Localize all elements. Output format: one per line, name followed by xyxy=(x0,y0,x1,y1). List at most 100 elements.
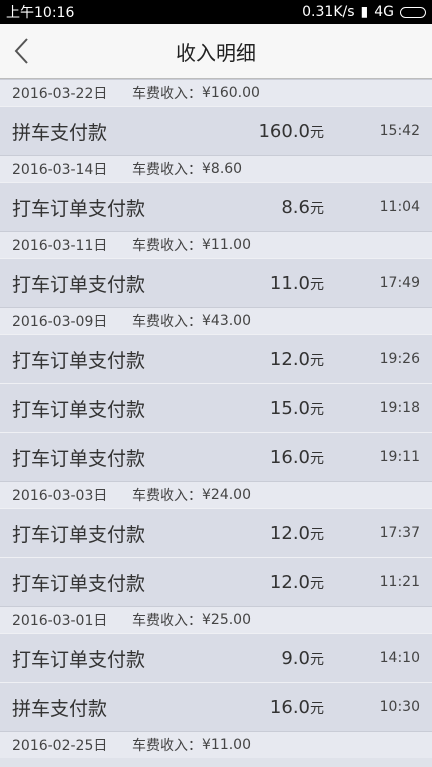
payment-amount: 15.0元 xyxy=(214,398,324,419)
amount-unit: 元 xyxy=(310,352,324,369)
payment-item[interactable]: 打车订单支付款 16.0元 19:11 xyxy=(0,432,432,481)
payment-type: 打车订单支付款 xyxy=(12,523,146,546)
payment-type: 打车订单支付款 xyxy=(12,273,146,296)
date-group-header: 2016-03-09日 车费收入： ¥43.00 xyxy=(0,307,432,334)
payment-type: 打车订单支付款 xyxy=(12,572,146,595)
page-title: 收入明细 xyxy=(176,40,256,65)
payment-item[interactable]: 打车订单支付款 15.0元 19:18 xyxy=(0,383,432,432)
status-bar: 上午10:16 0.31K/s ▮ 4G xyxy=(0,0,432,24)
currency-symbol: ¥ xyxy=(202,161,211,177)
income-label: 车费收入： xyxy=(132,613,202,629)
group-total: 11.00 xyxy=(210,737,252,753)
amount-value: 9.0 xyxy=(281,647,310,669)
group-date: 2016-03-09日 xyxy=(12,314,108,330)
amount-value: 11.0 xyxy=(269,272,310,294)
amount-unit: 元 xyxy=(310,401,324,418)
payment-item[interactable]: 打车订单支付款 11.0元 17:49 xyxy=(0,258,432,307)
network-speed: 0.31K/s xyxy=(302,4,355,20)
battery-icon xyxy=(400,6,426,18)
date-group-header: 2016-02-25日 车费收入： ¥11.00 xyxy=(0,731,432,758)
currency-symbol: ¥ xyxy=(202,487,211,503)
payment-time: 19:18 xyxy=(379,400,420,416)
payment-time: 17:37 xyxy=(379,525,420,541)
amount-unit: 元 xyxy=(310,200,324,217)
payment-amount: 16.0元 xyxy=(214,447,324,468)
date-group-header: 2016-03-14日 车费收入： ¥8.60 xyxy=(0,155,432,182)
amount-unit: 元 xyxy=(310,124,324,141)
payment-type: 拼车支付款 xyxy=(12,121,108,144)
app-header: 收入明细 xyxy=(0,24,432,79)
payment-time: 19:26 xyxy=(379,351,420,367)
currency-symbol: ¥ xyxy=(202,313,211,329)
payment-time: 15:42 xyxy=(379,123,420,139)
amount-value: 160.0 xyxy=(258,120,310,142)
payment-amount: 11.0元 xyxy=(214,273,324,294)
payment-item[interactable]: 打车订单支付款 9.0元 14:10 xyxy=(0,633,432,682)
amount-value: 12.0 xyxy=(269,522,310,544)
payment-amount: 8.6元 xyxy=(214,197,324,218)
date-group-header: 2016-03-11日 车费收入： ¥11.00 xyxy=(0,231,432,258)
group-total: 43.00 xyxy=(210,313,252,329)
income-list[interactable]: 2016-03-22日 车费收入： ¥160.00 拼车支付款 160.0元 15:42 2… xyxy=(0,79,432,758)
payment-type: 拼车支付款 xyxy=(12,697,108,720)
income-label: 车费收入： xyxy=(132,238,202,254)
amount-unit: 元 xyxy=(310,651,324,668)
amount-value: 12.0 xyxy=(269,571,310,593)
amount-value: 15.0 xyxy=(269,397,310,419)
group-date: 2016-03-14日 xyxy=(12,162,108,178)
payment-item[interactable]: 拼车支付款 160.0元 15:42 xyxy=(0,106,432,155)
currency-symbol: ¥ xyxy=(202,737,211,753)
group-date: 2016-02-25日 xyxy=(12,738,108,754)
network-type: 4G xyxy=(374,4,394,20)
payment-type: 打车订单支付款 xyxy=(12,648,146,671)
payment-item[interactable]: 打车订单支付款 12.0元 19:26 xyxy=(0,334,432,383)
amount-value: 16.0 xyxy=(269,446,310,468)
income-label: 车费收入： xyxy=(132,488,202,504)
group-total: 24.00 xyxy=(210,487,252,503)
status-time: 上午10:16 xyxy=(6,5,75,21)
amount-unit: 元 xyxy=(310,526,324,543)
payment-item[interactable]: 打车订单支付款 12.0元 11:21 xyxy=(0,557,432,606)
payment-amount: 9.0元 xyxy=(214,648,324,669)
payment-time: 11:04 xyxy=(379,199,420,215)
date-group-header: 2016-03-22日 车费收入： ¥160.00 xyxy=(0,79,432,106)
payment-type: 打车订单支付款 xyxy=(12,398,146,421)
amount-unit: 元 xyxy=(310,575,324,592)
income-label: 车费收入： xyxy=(132,162,202,178)
group-total: 11.00 xyxy=(210,237,252,253)
income-label: 车费收入： xyxy=(132,738,202,754)
group-total: 8.60 xyxy=(210,161,243,177)
payment-time: 14:10 xyxy=(379,650,420,666)
group-date: 2016-03-01日 xyxy=(12,613,108,629)
payment-time: 11:21 xyxy=(379,574,420,590)
payment-amount: 12.0元 xyxy=(214,523,324,544)
currency-symbol: ¥ xyxy=(202,237,211,253)
currency-symbol: ¥ xyxy=(202,85,211,101)
currency-symbol: ¥ xyxy=(202,612,211,628)
payment-type: 打车订单支付款 xyxy=(12,447,146,470)
payment-amount: 160.0元 xyxy=(214,121,324,142)
payment-item[interactable]: 拼车支付款 16.0元 10:30 xyxy=(0,682,432,731)
payment-item[interactable]: 打车订单支付款 12.0元 17:37 xyxy=(0,508,432,557)
payment-time: 10:30 xyxy=(379,699,420,715)
income-label: 车费收入： xyxy=(132,314,202,330)
payment-type: 打车订单支付款 xyxy=(12,197,146,220)
payment-item[interactable]: 打车订单支付款 8.6元 11:04 xyxy=(0,182,432,231)
back-arrow-icon[interactable] xyxy=(10,33,34,69)
group-date: 2016-03-03日 xyxy=(12,488,108,504)
group-total: 25.00 xyxy=(210,612,252,628)
amount-value: 8.6 xyxy=(281,196,310,218)
group-total: 160.00 xyxy=(210,85,260,101)
amount-value: 12.0 xyxy=(269,348,310,370)
amount-unit: 元 xyxy=(310,276,324,293)
status-icons: 0.31K/s ▮ 4G xyxy=(302,4,426,20)
group-date: 2016-03-22日 xyxy=(12,86,108,102)
payment-type: 打车订单支付款 xyxy=(12,349,146,372)
payment-time: 19:11 xyxy=(379,449,420,465)
payment-amount: 16.0元 xyxy=(214,697,324,718)
amount-value: 16.0 xyxy=(269,696,310,718)
payment-amount: 12.0元 xyxy=(214,349,324,370)
date-group-header: 2016-03-03日 车费收入： ¥24.00 xyxy=(0,481,432,508)
amount-unit: 元 xyxy=(310,450,324,467)
payment-amount: 12.0元 xyxy=(214,572,324,593)
